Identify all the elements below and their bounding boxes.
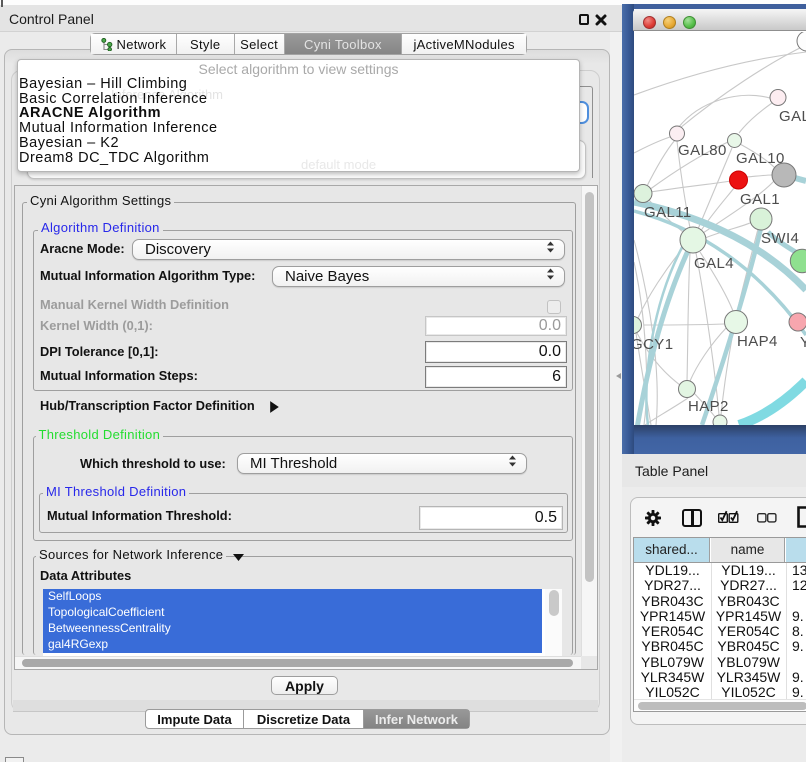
svg-text:GAL: GAL bbox=[779, 108, 806, 125]
svg-text:GCY1: GCY1 bbox=[634, 336, 673, 353]
svg-text:HAP2: HAP2 bbox=[688, 398, 729, 415]
svg-text:GAL10: GAL10 bbox=[736, 150, 785, 167]
svg-text:GAL4: GAL4 bbox=[694, 255, 734, 272]
svg-text:GAL1: GAL1 bbox=[740, 191, 780, 208]
svg-text:GAL11: GAL11 bbox=[644, 204, 692, 221]
svg-text:SWI4: SWI4 bbox=[761, 230, 799, 247]
svg-text:GAL80: GAL80 bbox=[678, 142, 727, 159]
svg-text:Y: Y bbox=[800, 334, 806, 351]
svg-text:HAP4: HAP4 bbox=[737, 333, 778, 350]
